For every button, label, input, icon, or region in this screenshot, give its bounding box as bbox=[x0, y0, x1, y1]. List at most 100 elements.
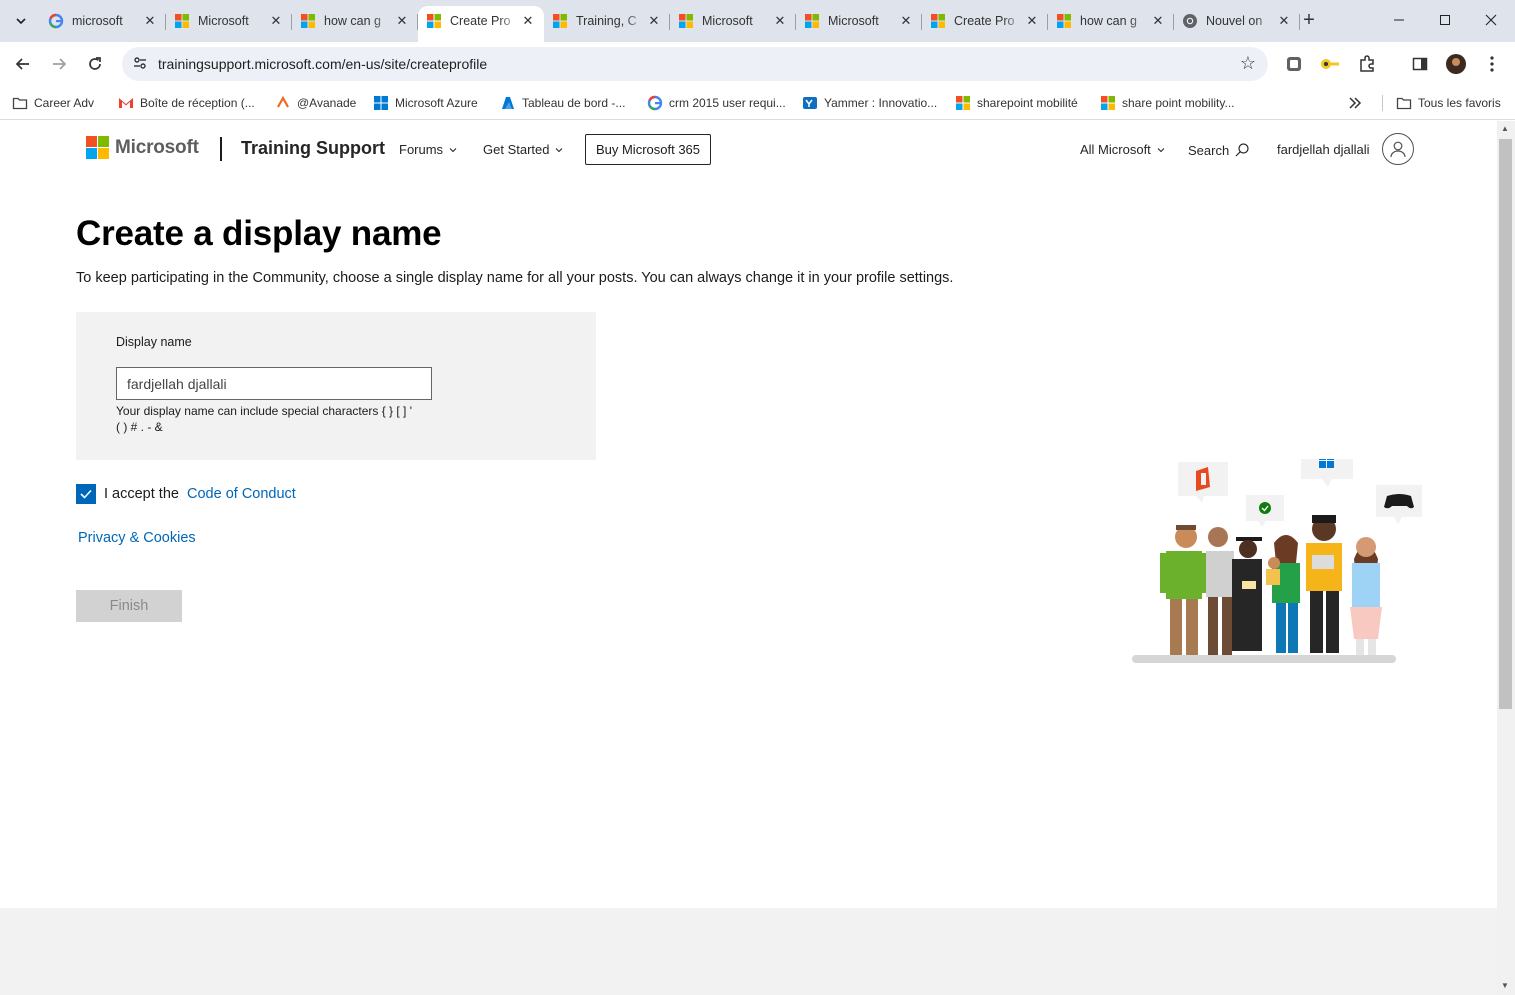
browser-tab[interactable]: Nouvel on ✕ bbox=[1174, 6, 1300, 36]
microsoft-icon bbox=[301, 14, 315, 28]
close-tab-icon[interactable]: ✕ bbox=[394, 13, 410, 29]
site-info-icon[interactable] bbox=[132, 55, 148, 76]
back-button[interactable] bbox=[9, 50, 37, 78]
google-icon bbox=[48, 13, 64, 29]
bookmark-label: Career Adv bbox=[34, 96, 95, 110]
nav-get-started[interactable]: Get Started bbox=[483, 142, 564, 157]
buy-microsoft-365-button[interactable]: Buy Microsoft 365 bbox=[585, 134, 711, 165]
accept-checkbox[interactable] bbox=[76, 484, 96, 504]
minimize-button[interactable] bbox=[1376, 6, 1422, 34]
close-tab-icon[interactable]: ✕ bbox=[1150, 13, 1166, 29]
bookmark-item[interactable]: Boîte de réception (... bbox=[118, 93, 255, 113]
bookmark-item[interactable]: @Avanade bbox=[275, 93, 356, 113]
close-tab-icon[interactable]: ✕ bbox=[268, 13, 284, 29]
reload-button[interactable] bbox=[81, 50, 109, 78]
chrome-icon bbox=[1183, 14, 1197, 28]
side-panel-icon[interactable] bbox=[1409, 53, 1431, 75]
close-tab-icon[interactable]: ✕ bbox=[898, 13, 914, 29]
microsoft-icon bbox=[1057, 14, 1071, 28]
scrollbar-thumb[interactable] bbox=[1499, 139, 1512, 709]
browser-tab[interactable]: how can g ✕ bbox=[1048, 6, 1174, 36]
forward-button[interactable] bbox=[45, 50, 73, 78]
all-bookmarks-folder[interactable]: Tous les favoris bbox=[1396, 93, 1501, 113]
gmail-icon bbox=[119, 98, 133, 108]
tab-title: Create Pro bbox=[954, 14, 1015, 28]
bookmark-item[interactable]: Career Adv bbox=[12, 93, 94, 113]
tabs: microsoft ✕ Microsoft ✕ how can g ✕ Create Pro… bbox=[40, 6, 1300, 42]
display-name-input[interactable] bbox=[116, 367, 432, 400]
more-bookmarks-button[interactable] bbox=[1348, 93, 1362, 113]
search-button[interactable]: Search bbox=[1188, 142, 1250, 158]
bookmark-item[interactable]: crm 2015 user requi... bbox=[647, 93, 786, 113]
chevron-down-icon bbox=[449, 147, 457, 152]
microsoft-icon bbox=[679, 14, 693, 28]
tab-title: Microsoft bbox=[702, 14, 753, 28]
maximize-button[interactable] bbox=[1422, 6, 1468, 34]
site-title[interactable]: Training Support bbox=[241, 138, 385, 159]
new-tab-button[interactable]: + bbox=[1296, 8, 1322, 34]
microsoft-icon bbox=[931, 14, 945, 28]
yammer-icon bbox=[803, 97, 817, 109]
browser-tab[interactable]: microsoft ✕ bbox=[40, 6, 166, 36]
bookmark-label: Boîte de réception (... bbox=[140, 96, 255, 110]
close-window-button[interactable] bbox=[1468, 6, 1514, 34]
all-microsoft-menu[interactable]: All Microsoft bbox=[1080, 142, 1166, 157]
browser-tab[interactable]: Microsoft ✕ bbox=[796, 6, 922, 36]
browser-tab[interactable]: how can g ✕ bbox=[292, 6, 418, 36]
tab-search-button[interactable] bbox=[8, 8, 34, 34]
close-tab-icon[interactable]: ✕ bbox=[520, 13, 536, 29]
profile-avatar[interactable] bbox=[1445, 53, 1467, 75]
bookmark-item[interactable]: Microsoft Azure bbox=[373, 93, 478, 113]
password-key-icon[interactable] bbox=[1319, 53, 1341, 75]
code-of-conduct-link[interactable]: Code of Conduct bbox=[187, 486, 296, 502]
browser-tab[interactable]: Create Pro ✕ bbox=[922, 6, 1048, 36]
microsoft-icon bbox=[427, 14, 441, 28]
bookmark-item[interactable]: share point mobility... bbox=[1100, 93, 1235, 113]
all-microsoft-label: All Microsoft bbox=[1080, 142, 1151, 157]
person-2-figure bbox=[1206, 527, 1234, 655]
tab-title: how can g bbox=[1080, 14, 1137, 28]
checkmark-icon bbox=[80, 489, 92, 499]
browser-tab[interactable]: Training, C ✕ bbox=[544, 6, 670, 36]
chevron-double-right-icon bbox=[1349, 97, 1362, 109]
browser-menu-icon[interactable] bbox=[1481, 53, 1503, 75]
bookmark-item[interactable]: sharepoint mobilité bbox=[955, 93, 1078, 113]
bookmark-item[interactable]: Yammer : Innovatio... bbox=[802, 93, 937, 113]
nav-forums[interactable]: Forums bbox=[399, 142, 458, 157]
ground-shadow bbox=[1132, 655, 1396, 663]
user-avatar[interactable] bbox=[1382, 133, 1414, 165]
page-scrollbar[interactable]: ▲ ▼ bbox=[1497, 121, 1515, 995]
windows-icon bbox=[374, 96, 388, 110]
accept-label: I accept the bbox=[104, 486, 179, 502]
close-tab-icon[interactable]: ✕ bbox=[1276, 13, 1292, 29]
all-bookmarks-label: Tous les favoris bbox=[1418, 96, 1501, 110]
xbox-controller-bubble-icon bbox=[1376, 485, 1422, 524]
scroll-up-arrow-icon[interactable]: ▲ bbox=[1501, 124, 1509, 133]
display-name-label: Display name bbox=[116, 335, 192, 349]
browser-tab[interactable]: Microsoft ✕ bbox=[670, 6, 796, 36]
close-tab-icon[interactable]: ✕ bbox=[142, 13, 158, 29]
tab-title: Microsoft bbox=[828, 14, 879, 28]
user-name[interactable]: fardjellah djallali bbox=[1277, 142, 1370, 157]
person-4-figure bbox=[1266, 535, 1300, 653]
close-tab-icon[interactable]: ✕ bbox=[772, 13, 788, 29]
url-text: trainingsupport.microsoft.com/en-us/site… bbox=[158, 56, 488, 72]
bookmark-label: crm 2015 user requi... bbox=[669, 96, 786, 110]
finish-button[interactable]: Finish bbox=[76, 590, 182, 622]
extension-icon-1[interactable] bbox=[1283, 53, 1305, 75]
bookmark-star-icon[interactable]: ☆ bbox=[1240, 53, 1256, 74]
bookmark-item[interactable]: Tableau de bord -... bbox=[500, 93, 625, 113]
extensions-puzzle-icon[interactable] bbox=[1356, 53, 1378, 75]
microsoft-logo[interactable]: Microsoft bbox=[86, 136, 199, 159]
microsoft-icon bbox=[805, 14, 819, 28]
arrow-right-icon bbox=[53, 58, 67, 70]
browser-tab[interactable]: Microsoft ✕ bbox=[166, 6, 292, 36]
nav-forums-label: Forums bbox=[399, 142, 444, 157]
browser-tab[interactable]: Create Pro ✕ bbox=[418, 6, 544, 42]
scroll-down-arrow-icon[interactable]: ▼ bbox=[1501, 981, 1509, 990]
close-tab-icon[interactable]: ✕ bbox=[646, 13, 662, 29]
tab-title: how can g bbox=[324, 14, 381, 28]
address-bar[interactable]: trainingsupport.microsoft.com/en-us/site… bbox=[122, 47, 1268, 81]
close-tab-icon[interactable]: ✕ bbox=[1024, 13, 1040, 29]
privacy-cookies-link[interactable]: Privacy & Cookies bbox=[78, 530, 196, 546]
